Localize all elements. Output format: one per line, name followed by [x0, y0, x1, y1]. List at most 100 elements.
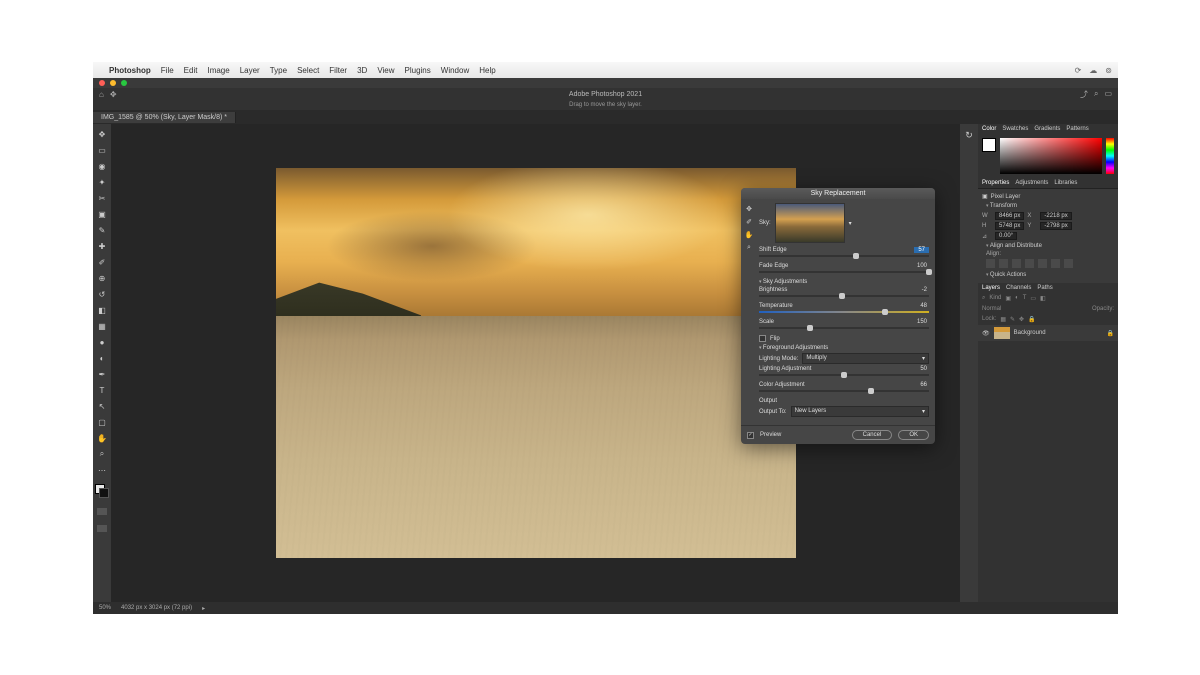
hand-tool[interactable]: ✋	[96, 432, 108, 444]
frame-tool[interactable]: ▣	[96, 208, 108, 220]
layer-name[interactable]: Background	[1014, 330, 1046, 336]
history-brush-tool[interactable]: ↺	[96, 288, 108, 300]
dlg-hand-tool[interactable]: ✋	[745, 231, 754, 239]
dodge-tool[interactable]: ◐	[96, 352, 108, 364]
background-swatch[interactable]	[99, 488, 109, 498]
brightness-value[interactable]: -2	[920, 287, 929, 293]
current-color-swatch[interactable]	[982, 138, 996, 152]
filter-type-icon[interactable]: T	[1023, 295, 1027, 302]
tab-swatches[interactable]: Swatches	[1002, 126, 1028, 132]
status-chevron-icon[interactable]: ▸	[202, 605, 205, 612]
temperature-value[interactable]: 48	[918, 303, 929, 309]
search-icon[interactable]: ⌕	[1094, 89, 1098, 100]
lighting-mode-select[interactable]: Multiply▾	[802, 353, 929, 364]
app-menu[interactable]: Photoshop	[109, 66, 151, 75]
lock-paint-icon[interactable]: ✎	[1010, 316, 1015, 323]
menu-type[interactable]: Type	[270, 66, 287, 75]
slider-thumb[interactable]	[807, 325, 813, 331]
menu-select[interactable]: Select	[297, 66, 319, 75]
lock-pos-icon[interactable]: ✥	[1019, 316, 1024, 323]
tab-channels[interactable]: Channels	[1006, 285, 1031, 291]
share-icon[interactable]: ⤴	[1080, 89, 1088, 100]
filter-adjust-icon[interactable]: ◐	[1015, 295, 1019, 302]
preview-checkbox[interactable]: ✓	[747, 432, 754, 439]
lock-icon[interactable]: 🔒	[1107, 330, 1114, 337]
color-adjustment-slider[interactable]: Color Adjustment66	[759, 382, 929, 392]
layer-background[interactable]: 👁 Background 🔒	[978, 325, 1118, 341]
lighting-adjustment-value[interactable]: 50	[918, 366, 929, 372]
blend-mode-select[interactable]: Normal	[982, 306, 1001, 312]
menu-filter[interactable]: Filter	[329, 66, 347, 75]
slider-thumb[interactable]	[882, 309, 888, 315]
menu-image[interactable]: Image	[207, 66, 229, 75]
slider-thumb[interactable]	[841, 372, 847, 378]
align-left[interactable]	[986, 259, 995, 268]
menu-window[interactable]: Window	[441, 66, 469, 75]
sky-adjustments-header[interactable]: Sky Adjustments	[759, 279, 929, 285]
document-canvas[interactable]	[276, 168, 796, 558]
menu-help[interactable]: Help	[479, 66, 495, 75]
align-bottom[interactable]	[1051, 259, 1060, 268]
align-more[interactable]	[1064, 259, 1073, 268]
move-tool-icon[interactable]: ✥	[110, 90, 117, 99]
layer-thumbnail[interactable]	[994, 327, 1010, 339]
slider-thumb[interactable]	[926, 269, 932, 275]
blur-tool[interactable]: ●	[96, 336, 108, 348]
wifi-icon[interactable]: ⊚	[1105, 66, 1112, 75]
workspace-icon[interactable]: ▭	[1104, 89, 1112, 100]
eyedropper-tool[interactable]: ✎	[96, 224, 108, 236]
zoom-level[interactable]: 50%	[99, 605, 111, 611]
w-field[interactable]: 8466 px	[995, 212, 1024, 220]
dlg-move-tool[interactable]: ✥	[746, 205, 752, 213]
home-icon[interactable]: ⌂	[99, 90, 104, 99]
screenmode-toggle[interactable]	[97, 525, 107, 532]
x-field[interactable]: -2218 px	[1040, 212, 1071, 220]
slider-thumb[interactable]	[868, 388, 874, 394]
color-field[interactable]	[1000, 138, 1102, 174]
lasso-tool[interactable]: ◉	[96, 160, 108, 172]
hue-strip[interactable]	[1106, 138, 1114, 174]
shift-edge-slider[interactable]: Shift Edge57	[759, 247, 929, 257]
angle-field[interactable]: 0.00°	[995, 232, 1017, 240]
more-tools[interactable]: ⋯	[96, 464, 108, 476]
pen-tool[interactable]: ✒	[96, 368, 108, 380]
output-to-select[interactable]: New Layers▾	[791, 406, 929, 417]
close-window-button[interactable]	[99, 80, 105, 86]
align-hcenter[interactable]	[999, 259, 1008, 268]
sky-replacement-dialog[interactable]: Sky Replacement ✥ ✐ ✋ ⌕ Sky: ▾ Shift Edg…	[741, 188, 935, 444]
lock-trans-icon[interactable]: ▦	[1000, 316, 1006, 323]
tab-libraries[interactable]: Libraries	[1054, 180, 1077, 186]
color-swatches[interactable]	[95, 484, 109, 498]
flip-checkbox-row[interactable]: Flip	[759, 335, 929, 342]
brush-tool[interactable]: ✐	[96, 256, 108, 268]
path-tool[interactable]: ↖	[96, 400, 108, 412]
menu-file[interactable]: File	[161, 66, 174, 75]
filter-shape-icon[interactable]: ▭	[1030, 295, 1036, 302]
color-adjustment-value[interactable]: 66	[918, 382, 929, 388]
transform-section[interactable]: Transform	[982, 201, 1114, 211]
slider-thumb[interactable]	[839, 293, 845, 299]
gradient-tool[interactable]: ▦	[96, 320, 108, 332]
eraser-tool[interactable]: ◧	[96, 304, 108, 316]
align-vcenter[interactable]	[1038, 259, 1047, 268]
menu-view[interactable]: View	[377, 66, 394, 75]
temperature-slider[interactable]: Temperature48	[759, 303, 929, 313]
flip-checkbox[interactable]	[759, 335, 766, 342]
sky-preset-dropdown-icon[interactable]: ▾	[849, 220, 852, 227]
align-section[interactable]: Align and Distribute	[982, 241, 1114, 251]
slider-thumb[interactable]	[853, 253, 859, 259]
h-field[interactable]: 5748 px	[995, 222, 1024, 230]
shift-edge-value[interactable]: 57	[914, 247, 929, 253]
color-picker[interactable]	[978, 134, 1118, 178]
tab-gradients[interactable]: Gradients	[1034, 126, 1060, 132]
align-right[interactable]	[1012, 259, 1021, 268]
scale-slider[interactable]: Scale150	[759, 319, 929, 329]
shape-tool[interactable]: ▢	[96, 416, 108, 428]
layer-filter-kind[interactable]: Kind	[989, 295, 1001, 302]
lock-all-icon[interactable]: 🔒	[1028, 316, 1035, 323]
menu-edit[interactable]: Edit	[184, 66, 198, 75]
tab-color[interactable]: Color	[982, 126, 996, 132]
healing-tool[interactable]: ✚	[96, 240, 108, 252]
move-tool[interactable]: ✥	[96, 128, 108, 140]
fade-edge-slider[interactable]: Fade Edge100	[759, 263, 929, 273]
